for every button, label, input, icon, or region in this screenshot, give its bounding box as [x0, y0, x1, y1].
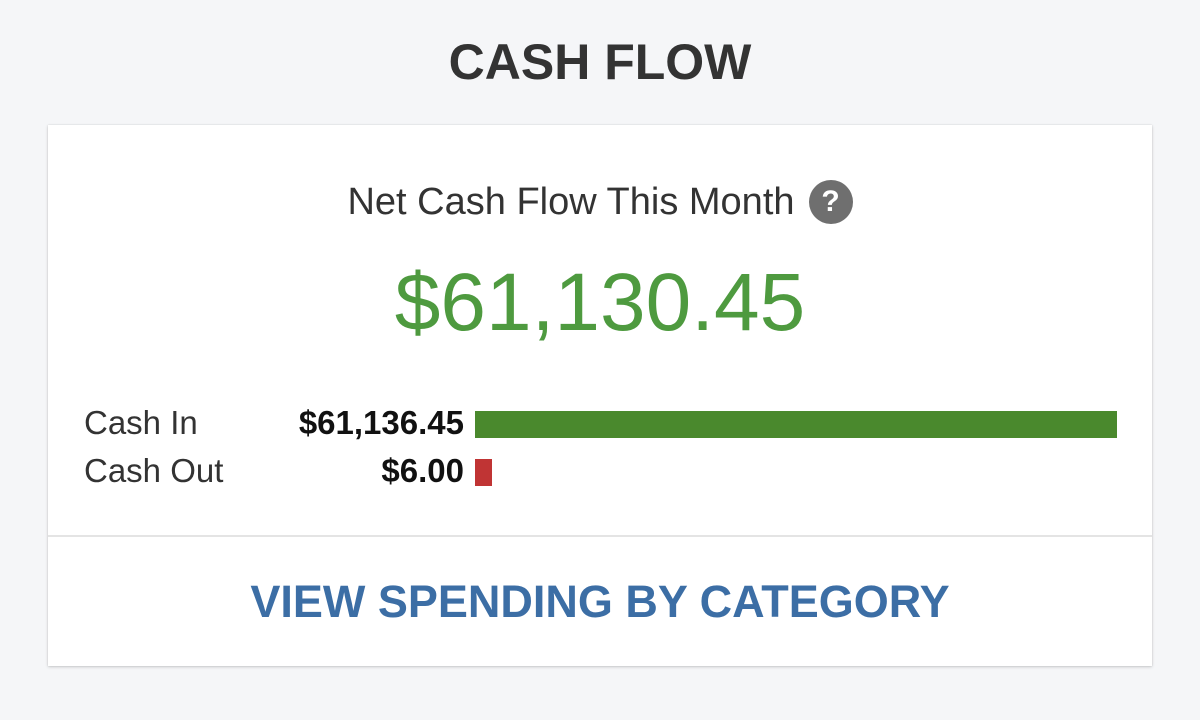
- cash-in-bar: [475, 411, 1117, 438]
- cash-out-bar: [475, 459, 492, 486]
- cash-out-row: Cash Out $6.00: [84, 451, 1124, 491]
- page-title: CASH FLOW: [448, 34, 752, 90]
- cash-out-bar-track: [475, 459, 1117, 486]
- net-cash-flow-amount: $61,130.45: [394, 257, 806, 348]
- cash-out-value: $6.00: [381, 452, 464, 489]
- question-circle-icon[interactable]: ?: [808, 180, 853, 224]
- summary-heading: Net Cash Flow This Month: [347, 181, 795, 223]
- cash-in-bar-track: [475, 411, 1117, 438]
- summary-heading-row: Net Cash Flow This Month?: [48, 177, 1152, 227]
- cash-out-label: Cash Out: [84, 452, 224, 489]
- cash-in-value: $61,136.45: [298, 404, 464, 441]
- cash-flow-summary: Net Cash Flow This Month? $61,130.45 Cas…: [48, 125, 1152, 537]
- view-spending-by-category-link[interactable]: VIEW SPENDING BY CATEGORY: [48, 537, 1152, 666]
- cash-flow-card: Net Cash Flow This Month? $61,130.45 Cas…: [48, 125, 1152, 666]
- cash-in-row: Cash In $61,136.45: [84, 403, 1124, 443]
- cash-in-label: Cash In: [84, 404, 198, 441]
